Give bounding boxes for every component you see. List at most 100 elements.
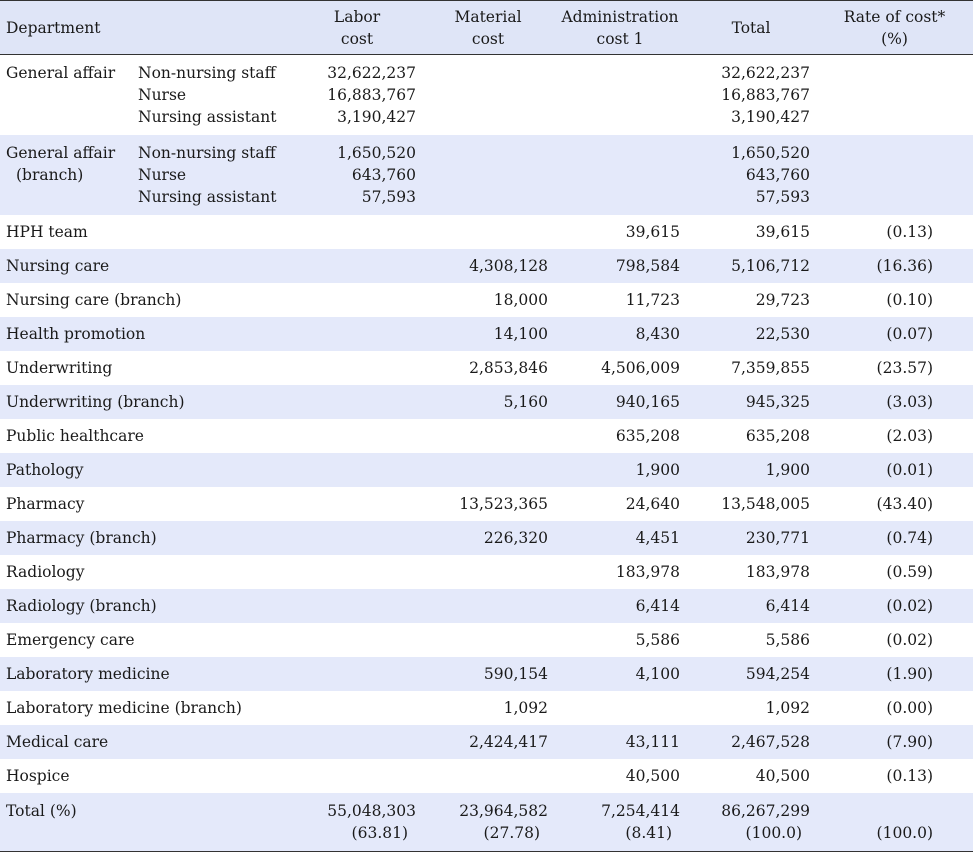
table-row: Pharmacy (branch) 226,320 4,451 230,771 (0.7… xyxy=(0,521,973,555)
total-cell: 1,650,520 643,760 57,593 xyxy=(686,135,816,215)
total-cell: 5,106,712 xyxy=(731,257,811,275)
administration-cell: 24,640 xyxy=(625,495,681,513)
department-line: (branch) xyxy=(16,166,84,184)
administration-cell: 11,723 xyxy=(625,291,681,309)
department-cell: Hospice xyxy=(6,767,70,785)
total-cell: 29,723 xyxy=(755,291,811,309)
staff-line: Nursing assistant xyxy=(138,188,277,206)
staff-cell: Non-nursing staff Nurse Nursing assistan… xyxy=(132,55,292,136)
department-cell: Pharmacy (branch) xyxy=(6,529,157,547)
total-value: 3,190,427 xyxy=(731,108,811,126)
administration-cell xyxy=(554,55,686,136)
header-rate-line1: Rate of cost* xyxy=(843,8,946,26)
rate-cell xyxy=(816,55,973,136)
table-row: Public healthcare 635,208 635,208 (2.03) xyxy=(0,419,973,453)
administration-cell: 4,451 xyxy=(635,529,681,547)
header-rate: Rate of cost* (%) xyxy=(816,0,973,55)
labor-cell xyxy=(292,623,422,657)
total-cell: 594,254 xyxy=(745,665,811,683)
department-line: General affair xyxy=(6,64,116,82)
labor-value: 57,593 xyxy=(361,188,417,206)
table-row-total: Total (%) 55,048,303 (63.81) 23,964,582 … xyxy=(0,793,973,852)
total-cell: 2,467,528 xyxy=(731,733,811,751)
table-row: Emergency care 5,586 5,586 (0.02) xyxy=(0,623,973,657)
table-row: Radiology 183,978 183,978 (0.59) xyxy=(0,555,973,589)
table-row: Underwriting 2,853,846 4,506,009 7,359,855 (… xyxy=(0,351,973,385)
total-value: 643,760 xyxy=(745,166,811,184)
material-cell: 5,160 xyxy=(503,393,549,411)
material-cell xyxy=(422,55,554,136)
total-cell: 32,622,237 16,883,767 3,190,427 xyxy=(686,55,816,136)
table-row: Laboratory medicine (branch) 1,092 1,092 (0… xyxy=(0,691,973,725)
rate-cell: (2.03) xyxy=(886,427,934,445)
department-cell: General affair xyxy=(0,55,132,136)
total-cell: 22,530 xyxy=(755,325,811,343)
total-cell: 183,978 xyxy=(745,563,811,581)
material-cell xyxy=(422,589,554,623)
admin-total-percent: (8.41) xyxy=(625,824,673,842)
staff-cell: Non-nursing staff Nurse Nursing assistan… xyxy=(132,135,292,215)
total-cell: 13,548,005 xyxy=(721,495,811,513)
department-cell: Underwriting (branch) xyxy=(6,393,185,411)
total-cell: 1,900 xyxy=(765,461,811,479)
header-total: Total xyxy=(686,0,817,55)
staff-line: Non-nursing staff xyxy=(138,64,276,82)
table-row: Nursing care (branch) 18,000 11,723 29,723 (… xyxy=(0,283,973,317)
header-labor-line2: cost xyxy=(340,30,374,48)
header-department: Department xyxy=(0,0,293,55)
rate-cell: (1.90) xyxy=(886,665,934,683)
labor-cell: 32,622,237 16,883,767 3,190,427 xyxy=(292,55,422,136)
labor-value: 32,622,237 xyxy=(327,64,417,82)
department-cell: Nursing care xyxy=(6,257,110,275)
table-row: Laboratory medicine 590,154 4,100 594,254 (1… xyxy=(0,657,973,691)
material-cell: 590,154 xyxy=(483,665,549,683)
administration-cell: 183,978 xyxy=(615,563,681,581)
labor-cell xyxy=(292,317,422,351)
staff-line: Nurse xyxy=(138,86,187,104)
table-row: Nursing care 4,308,128 798,584 5,106,712 (16… xyxy=(0,249,973,283)
header-material-line1: Material xyxy=(454,8,522,26)
administration-cell: 635,208 xyxy=(615,427,681,445)
table-row: Pathology 1,900 1,900 (0.01) xyxy=(0,453,973,487)
total-value: 32,622,237 xyxy=(721,64,811,82)
material-cell: 1,092 xyxy=(503,699,549,717)
department-cell: Underwriting xyxy=(6,359,113,377)
table-row: Medical care 2,424,417 43,111 2,467,528 (7.9… xyxy=(0,725,973,759)
table-row: HPH team 39,615 39,615 (0.13) xyxy=(0,215,973,249)
material-cell xyxy=(422,623,554,657)
labor-total-percent: (63.81) xyxy=(351,824,409,842)
material-cell: 23,964,582 (27.78) xyxy=(422,793,555,852)
rate-cell: (0.02) xyxy=(886,597,934,615)
labor-cell xyxy=(292,249,422,283)
material-cell: 14,100 xyxy=(493,325,549,343)
labor-cell xyxy=(292,725,422,759)
labor-cell xyxy=(292,215,422,249)
total-cell: 945,325 xyxy=(745,393,811,411)
staff-line: Nursing assistant xyxy=(138,108,277,126)
header-labor: Labor cost xyxy=(292,0,423,55)
department-cell: Medical care xyxy=(6,733,109,751)
department-cell: General affair (branch) xyxy=(0,135,132,215)
department-cell: Public healthcare xyxy=(6,427,144,445)
department-line: General affair xyxy=(6,144,116,162)
material-total-percent: (27.78) xyxy=(483,824,541,842)
total-cell: 635,208 xyxy=(745,427,811,445)
administration-cell: 43,111 xyxy=(625,733,681,751)
header-row: Department Labor cost Material cost Admi… xyxy=(0,0,973,55)
total-cell: 39,615 xyxy=(755,223,811,241)
material-cell: 226,320 xyxy=(483,529,549,547)
rate-cell: (0.00) xyxy=(886,699,934,717)
administration-cell: 940,165 xyxy=(615,393,681,411)
material-cell xyxy=(422,759,554,793)
administration-cell: 4,100 xyxy=(635,665,681,683)
material-cell xyxy=(422,215,554,249)
total-cell: 7,359,855 xyxy=(731,359,811,377)
department-cell: Nursing care (branch) xyxy=(6,291,182,309)
department-cell: Pharmacy xyxy=(6,495,85,513)
grand-total-value: 86,267,299 xyxy=(721,802,811,820)
header-material: Material cost xyxy=(422,0,555,55)
administration-cell: 5,586 xyxy=(635,631,681,649)
table-row-general-affair-branch: General affair (branch) Non-nursing staf… xyxy=(0,135,973,215)
cost-table: Department Labor cost Material cost Admi… xyxy=(0,0,973,852)
administration-cell: 6,414 xyxy=(635,597,681,615)
